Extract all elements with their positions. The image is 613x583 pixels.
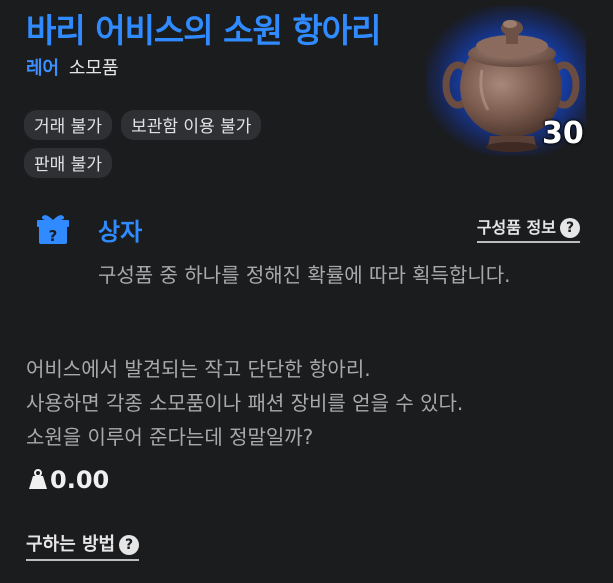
item-subtitle: 레어 소모품: [26, 54, 119, 80]
rarity-label: 레어: [26, 58, 60, 79]
item-description: 어비스에서 발견되는 작고 단단한 항아리. 사용하면 각종 소모품이나 패션 …: [26, 352, 596, 454]
item-title: 바리 어비스의 소원 항아리: [26, 11, 381, 50]
tag-sell-disabled: 판매 불가: [24, 148, 112, 178]
description-line: 사용하면 각종 소모품이나 패션 장비를 얻을 수 있다.: [26, 391, 464, 415]
svg-text:?: ?: [49, 227, 58, 245]
help-icon: ?: [560, 218, 580, 238]
category-label: 소모품: [68, 58, 119, 79]
tag-storage-disabled: 보관함 이용 불가: [121, 110, 262, 140]
item-count: 30: [542, 116, 584, 151]
gift-box-icon: ?: [37, 215, 69, 245]
composition-info-link[interactable]: 구성품 정보?: [476, 214, 580, 243]
box-label: 상자: [98, 218, 143, 246]
weight-icon: [29, 469, 47, 489]
box-section: ? 상자 구성품 정보? 구성품 중 하나를 정해진 확률에 따라 획득합니다.: [36, 210, 586, 320]
acquire-method-label: 구하는 방법: [26, 534, 116, 555]
box-description: 구성품 중 하나를 정해진 확률에 따라 획득합니다.: [98, 263, 511, 287]
description-line: 소원을 이루어 준다는데 정말일까?: [26, 425, 314, 449]
description-line: 어비스에서 발견되는 작고 단단한 항아리.: [26, 357, 371, 381]
tag-list: 거래 불가 보관함 이용 불가 판매 불가: [24, 110, 374, 186]
weight-value: 0.00: [50, 466, 110, 494]
help-icon: ?: [119, 535, 140, 555]
tag-trade-disabled: 거래 불가: [24, 110, 112, 140]
composition-info-label: 구성품 정보: [476, 218, 556, 237]
item-weight: 0.00: [28, 466, 109, 494]
acquire-method-link[interactable]: 구하는 방법?: [26, 530, 140, 561]
item-icon-frame: 30: [426, 0, 595, 168]
